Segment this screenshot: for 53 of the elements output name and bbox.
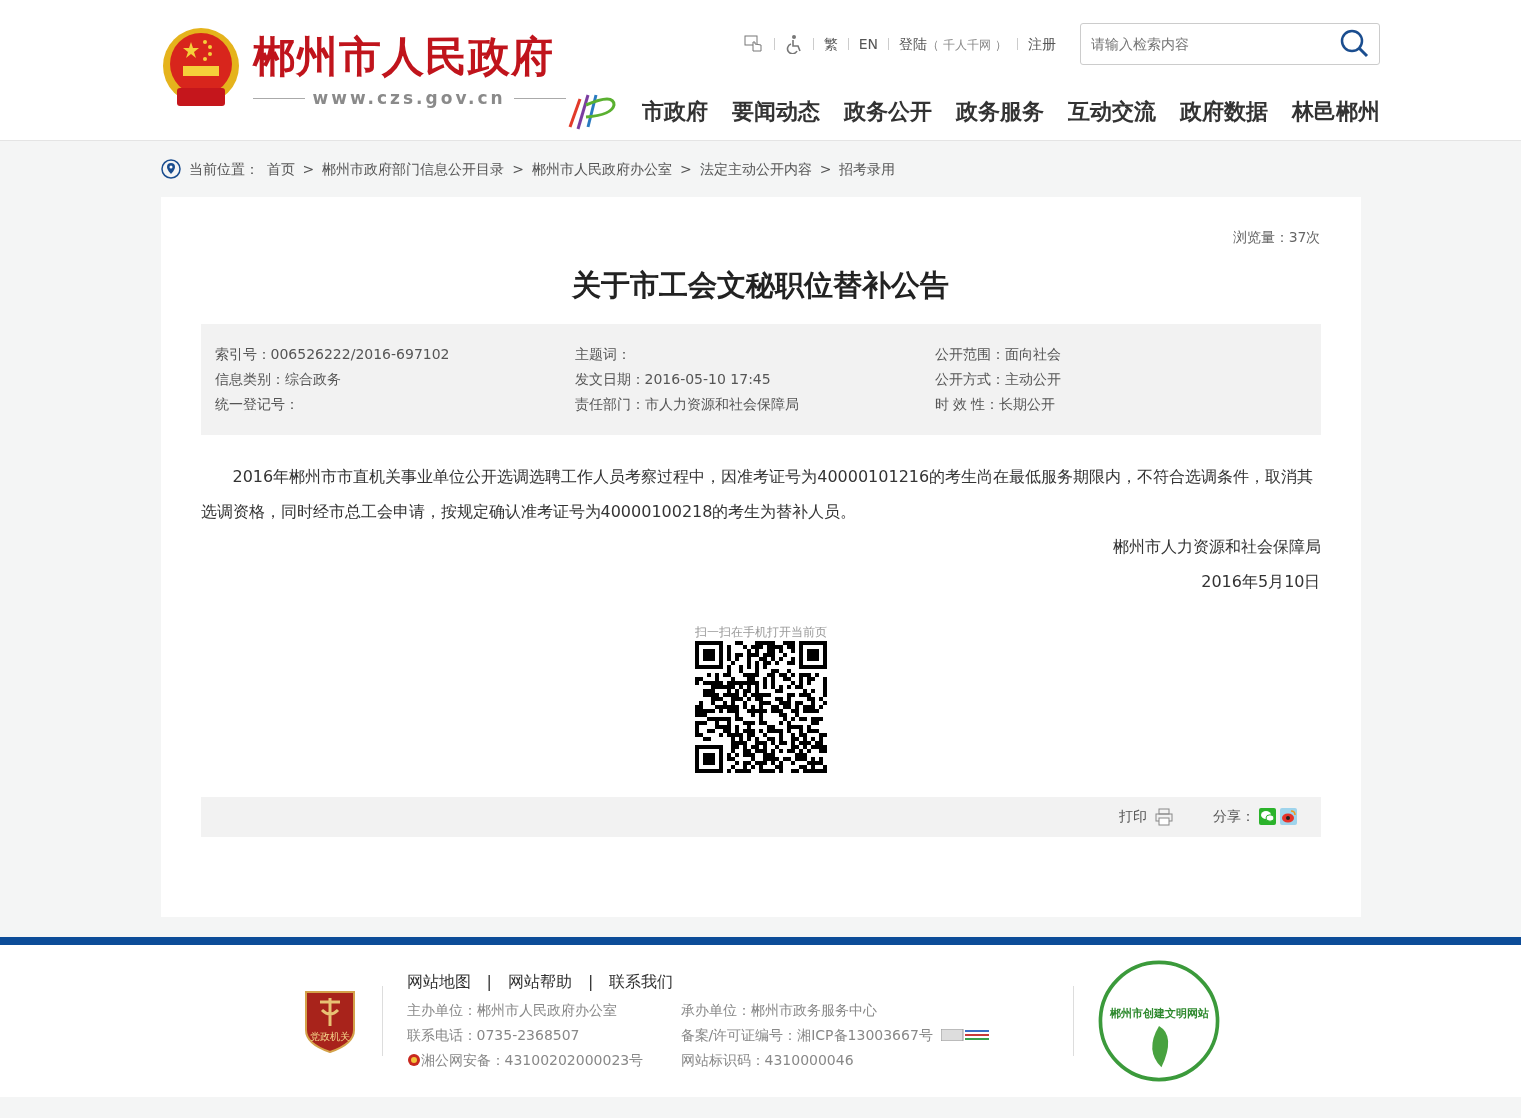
nav-link[interactable]: 要闻动态 [731,94,820,128]
nav-link[interactable]: 政务服务 [955,94,1044,128]
qr-caption: 扫一扫在手机打开当前页 [694,623,827,641]
link-separator: | [486,970,492,993]
site-name: 郴州市人民政府 [252,36,555,78]
nav-link[interactable]: 政府数据 [1179,94,1268,128]
article-title: 关于市工会文秘职位替补公告 [572,268,949,302]
article-date: 2016年5月10日 [1201,571,1321,591]
top-link[interactable]: EN [858,33,879,55]
share-label: 分享： [1212,807,1255,826]
footer-link[interactable]: 网站帮助 [507,969,572,994]
breadcrumb-label: 当前位置： [188,159,259,179]
breadcrumb-link[interactable]: 郴州市政府部门信息公开目录 [322,158,505,180]
meta-field: 发文日期：2016-05-10 17:45 [574,370,771,387]
breadcrumb-link[interactable]: 首页 [266,158,295,180]
top-link[interactable]: 繁 [823,33,838,55]
nav-link[interactable]: 市政府 [641,94,708,128]
meta-field: 主题词： [574,345,631,362]
footer-link[interactable]: 网站地图 [406,969,471,994]
meta-field: 信息类别：综合政务 [214,370,341,387]
breadcrumb-separator: > [819,159,832,179]
footer-info: 主办单位：郴州市人民政府办公室 [406,1000,617,1020]
meta-field: 统一登记号： [214,395,299,412]
print-link[interactable]: 打印 [1118,806,1147,827]
footer-info: 联系电话：0735-2368507 [406,1025,580,1045]
nav-link[interactable]: 互动交流 [1067,94,1156,128]
nav-link[interactable]: 政务公开 [843,94,932,128]
signature: 郴州市人力资源和社会保障局 [1112,536,1321,556]
breadcrumb-separator: > [302,159,315,179]
footer-info: 网站标识码：4310000046 [680,1050,854,1070]
article-body: 2016年郴州市市直机关事业单位公开选调选聘工作人员考察过程中，因准考证号为40000101216的考生尚在最低服务期限内，不符合选调条件，取消其选调资格，同时经市总工会申请，按规定确认准考证号为40000100218的考生为替补人员。 [200,465,1315,523]
meta-field: 公开方式：主动公开 [934,370,1061,387]
footer-info: 承办单位：郴州市政务服务中心 [680,1000,877,1020]
top-link[interactable]: 登陆（ 千人千网 ） [899,33,1007,55]
breadcrumb-separator: > [679,159,692,179]
footer-info: 备案/许可证编号：湘ICP备13003667号 [680,1025,933,1045]
breadcrumb-link[interactable]: 法定主动公开内容 [699,158,812,180]
footer-info: 湘公网安备：43100202000023号 [420,1050,644,1070]
link-separator: | [587,970,594,993]
top-link[interactable]: 注册 [1027,33,1056,55]
footer-link[interactable]: 联系我们 [609,969,674,994]
logo-text: 郴州市创建文明网站 [1109,1007,1208,1021]
breadcrumb-separator: > [512,159,524,179]
search-field[interactable]: 请输入检索内容 [1079,23,1380,65]
nav-link[interactable]: 林邑郴州 [1291,94,1380,128]
meta-field: 时 效 性：长期公开 [934,395,1056,412]
meta-field: 索引号：006526222/2016-697102 [214,345,450,362]
view-count: 浏览量：37次 [1232,229,1321,245]
meta-field: 责任部门：市人力资源和社会保障局 [574,395,799,412]
meta-field: 公开范围：面向社会 [934,345,1061,362]
breadcrumb-link[interactable]: 招考录用 [839,158,896,180]
site-url: www.czs.gov.cn [312,87,506,110]
breadcrumb-link[interactable]: 郴州市人民政府办公室 [531,158,672,180]
